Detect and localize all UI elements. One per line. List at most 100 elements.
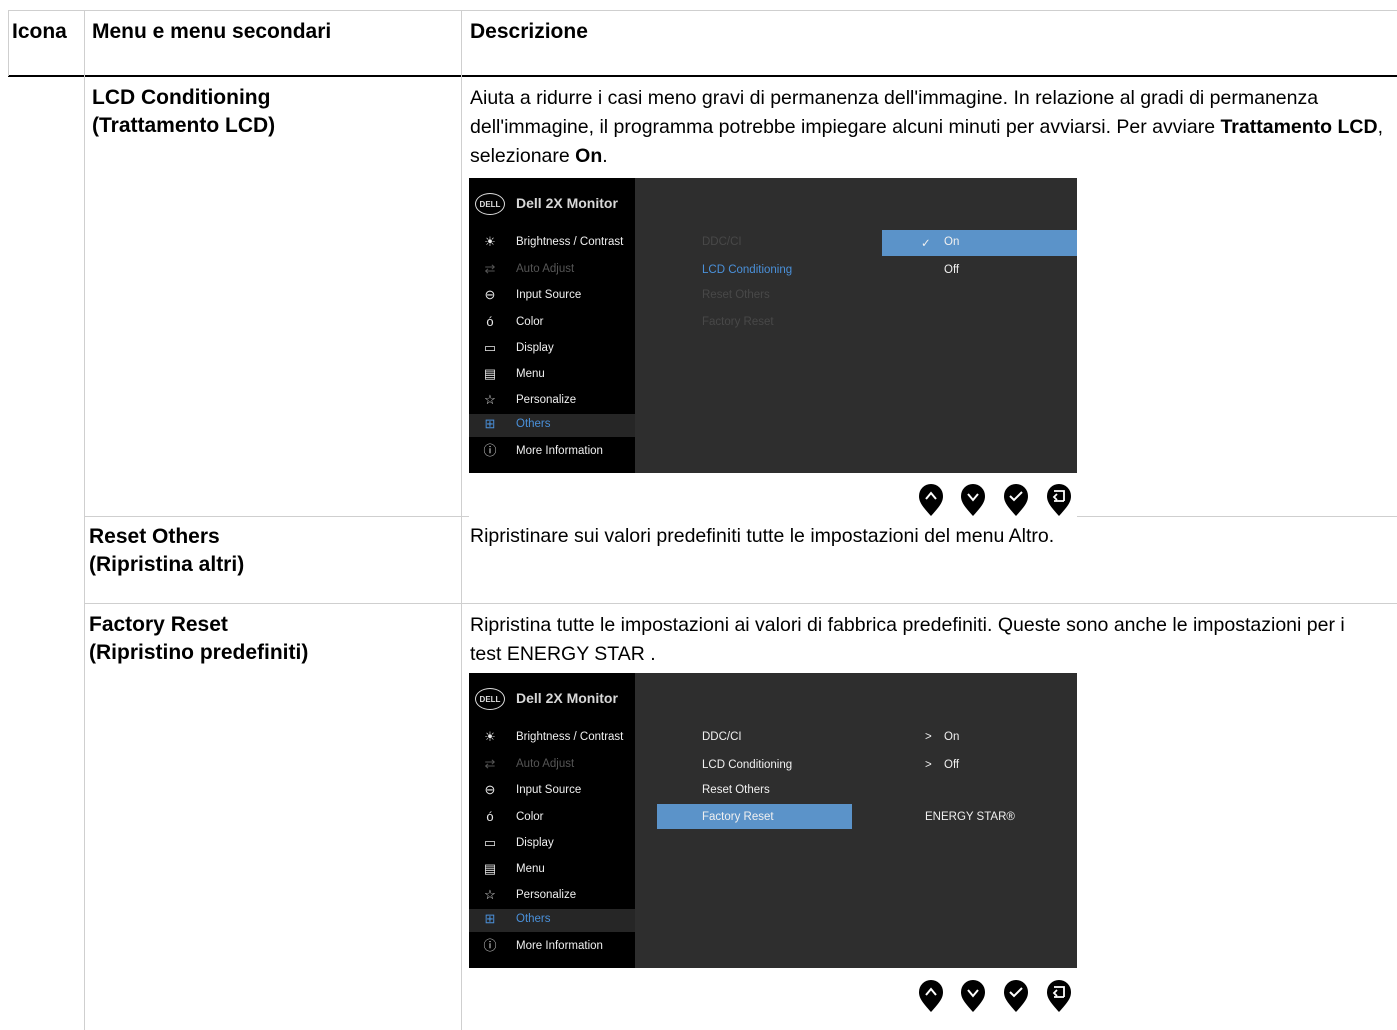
auto-adjust-icon: ⇄ <box>484 261 496 276</box>
osd-item-label: Color <box>516 811 544 823</box>
up-button-icon[interactable] <box>918 980 944 1013</box>
row-separator-1b <box>1077 516 1397 517</box>
osd-item-menu[interactable]: ▤ Menu <box>469 859 635 882</box>
chevron-right-icon: > <box>925 759 932 771</box>
top-border <box>8 10 1397 11</box>
down-button-icon[interactable] <box>960 484 986 517</box>
desc-bold-on: On <box>575 145 603 167</box>
osd-item-label: Input Source <box>516 289 582 301</box>
osd-item-label: Personalize <box>516 394 577 406</box>
header-menu: Menu e menu secondari <box>92 20 332 43</box>
osd-item-more-information[interactable]: ⓘ More Information <box>469 936 635 959</box>
chevron-right-icon: > <box>925 731 932 743</box>
osd-item-display[interactable]: ▭ Display <box>469 338 635 361</box>
osd-item-label: Color <box>516 316 544 328</box>
desc-text: Aiuta a ridurre i casi meno gravi di per… <box>470 87 1319 138</box>
col-divider-1 <box>84 10 85 1030</box>
osd-sub-reset-others[interactable]: Reset Others <box>702 289 770 301</box>
osd-item-input-source[interactable]: ⊖ Input Source <box>469 285 635 308</box>
back-button-icon[interactable] <box>1046 980 1072 1013</box>
osd-item-personalize[interactable]: ☆ Personalize <box>469 390 635 413</box>
brightness-icon: ☀ <box>484 729 496 744</box>
osd-item-label: Menu <box>516 368 545 380</box>
color-icon: ó <box>486 314 494 329</box>
osd-sub-reset-others[interactable]: Reset Others <box>702 784 770 796</box>
menu-icon: ▤ <box>483 366 497 381</box>
col-divider-2 <box>461 10 462 1030</box>
osd-item-menu[interactable]: ▤ Menu <box>469 364 635 387</box>
osd-item-label: Auto Adjust <box>516 263 575 275</box>
osd-item-auto-adjust[interactable]: ⇄ Auto Adjust <box>469 259 635 282</box>
osd-item-label: Input Source <box>516 784 582 796</box>
osd-sub-factory-reset[interactable]: Factory Reset <box>702 316 774 328</box>
display-icon: ▭ <box>483 835 497 850</box>
osd-sub-ddcci[interactable]: DDC/CI <box>702 731 742 743</box>
up-button-icon[interactable] <box>918 484 944 517</box>
back-button-icon[interactable] <box>1046 484 1072 517</box>
osd-item-others[interactable]: ⊞ Others <box>469 909 635 932</box>
osd-item-label: More Information <box>516 445 603 457</box>
osd-item-others[interactable]: ⊞ Others <box>469 414 635 437</box>
auto-adjust-icon: ⇄ <box>484 756 496 771</box>
osd-item-label: Display <box>516 342 554 354</box>
osd-item-label: Brightness / Contrast <box>516 236 624 248</box>
osd-item-display[interactable]: ▭ Display <box>469 833 635 856</box>
star-icon: ☆ <box>484 887 496 902</box>
osd-option-on[interactable]: On <box>944 236 959 248</box>
star-icon: ☆ <box>484 392 496 407</box>
osd-option-highlight <box>882 230 1077 256</box>
osd-lcd-conditioning: DELL Dell 2X Monitor ☀ Brightness / Contr… <box>469 178 1077 473</box>
brightness-icon: ☀ <box>484 234 496 249</box>
row-factory-reset-description: Ripristina tutte le impostazioni ai valo… <box>470 614 1345 665</box>
confirm-button-icon[interactable] <box>1003 980 1029 1013</box>
osd-option-off[interactable]: Off <box>944 264 959 276</box>
osd-item-label: Others <box>516 913 551 925</box>
osd-value-factory-reset: ENERGY STAR® <box>925 811 1015 823</box>
osd-title: Dell 2X Monitor <box>516 690 618 706</box>
down-button-icon[interactable] <box>960 980 986 1013</box>
menu-name: LCD Conditioning <box>92 86 271 109</box>
dell-logo: DELL <box>475 688 505 710</box>
osd-item-input-source[interactable]: ⊖ Input Source <box>469 780 635 803</box>
info-icon: ⓘ <box>483 938 497 953</box>
osd-item-brightness[interactable]: ☀ Brightness / Contrast <box>469 727 635 750</box>
row-reset-others-title: Reset Others (Ripristina altri) <box>89 523 244 579</box>
osd-left-panel: DELL Dell 2X Monitor ☀ Brightness / Contr… <box>469 178 635 473</box>
osd-sub-ddcci[interactable]: DDC/CI <box>702 236 742 248</box>
osd-item-label: Brightness / Contrast <box>516 731 624 743</box>
row-separator-1 <box>84 516 469 517</box>
header-divider <box>8 75 1397 77</box>
others-icon: ⊞ <box>484 911 496 926</box>
dell-logo: DELL <box>475 193 505 215</box>
osd-item-label: Auto Adjust <box>516 758 575 770</box>
osd-item-color[interactable]: ó Color <box>469 312 635 335</box>
osd-item-label: Display <box>516 837 554 849</box>
row-lcd-conditioning-title: LCD Conditioning (Trattamento LCD) <box>92 84 275 140</box>
row-separator-2 <box>84 603 1397 604</box>
osd-item-more-information[interactable]: ⓘ More Information <box>469 441 635 464</box>
check-icon: ✓ <box>921 238 931 250</box>
osd-item-personalize[interactable]: ☆ Personalize <box>469 885 635 908</box>
menu-icon: ▤ <box>483 861 497 876</box>
info-icon: ⓘ <box>483 443 497 458</box>
osd-title: Dell 2X Monitor <box>516 195 618 211</box>
osd-sub-factory-reset[interactable]: Factory Reset <box>702 811 774 823</box>
input-source-icon: ⊖ <box>484 782 496 797</box>
osd-value-lcd: Off <box>944 759 960 771</box>
input-source-icon: ⊖ <box>484 287 496 302</box>
menu-name: Reset Others <box>89 525 220 548</box>
osd-item-label: Personalize <box>516 889 577 901</box>
osd-sub-lcd-conditioning[interactable]: LCD Conditioning <box>702 264 792 276</box>
osd-sub-lcd-conditioning[interactable]: LCD Conditioning <box>702 759 792 771</box>
confirm-button-icon[interactable] <box>1003 484 1029 517</box>
osd-item-brightness[interactable]: ☀ Brightness / Contrast <box>469 232 635 255</box>
menu-name: Factory Reset <box>89 613 228 636</box>
col-divider-left <box>8 10 9 76</box>
header-icon: Icona <box>12 20 67 43</box>
osd-value-ddcci: On <box>944 731 960 743</box>
row-factory-reset-title: Factory Reset (Ripristino predefiniti) <box>89 611 308 667</box>
others-icon: ⊞ <box>484 416 496 431</box>
osd-item-auto-adjust[interactable]: ⇄ Auto Adjust <box>469 754 635 777</box>
osd-item-color[interactable]: ó Color <box>469 807 635 830</box>
osd-item-label: Others <box>516 418 551 430</box>
